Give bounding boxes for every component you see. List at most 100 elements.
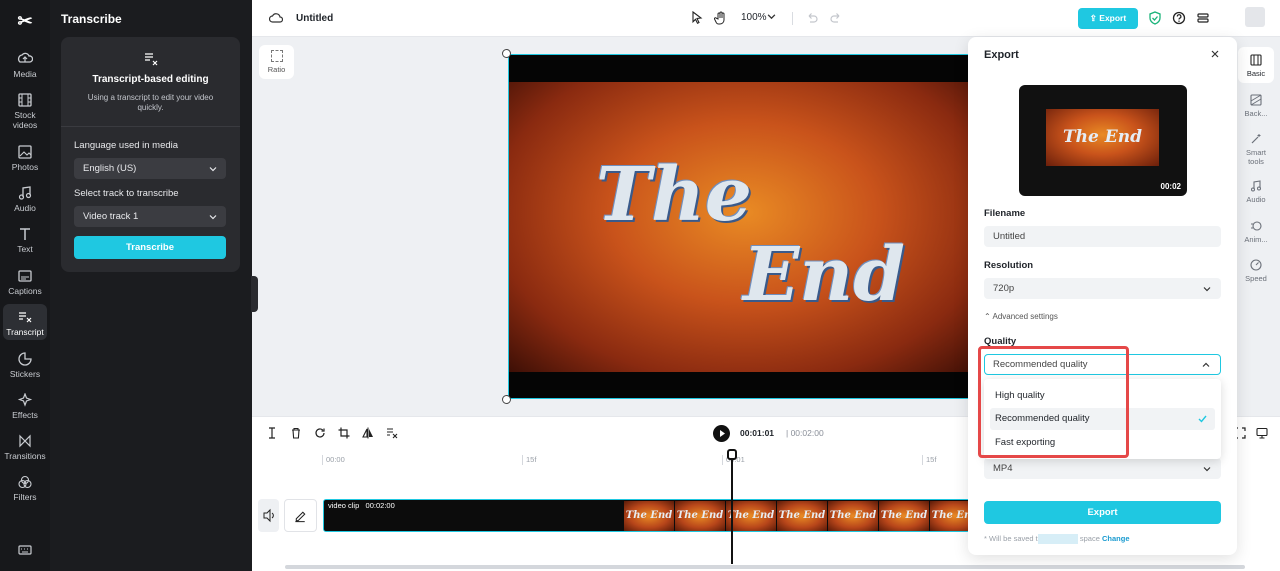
right-tab-smart-tools[interactable]: Smart tools: [1238, 133, 1274, 166]
total-time: | 00:02:00: [786, 428, 824, 438]
trash-icon[interactable]: [290, 427, 302, 439]
rail-item-stickers[interactable]: Stickers: [3, 352, 47, 379]
transcript-edit-icon[interactable]: [386, 427, 398, 439]
format-select[interactable]: MP4: [984, 458, 1221, 479]
undo-icon[interactable]: [805, 11, 819, 25]
panel-collapse-handle[interactable]: [251, 276, 258, 312]
sparkle-icon: [17, 393, 33, 407]
ratio-button[interactable]: Ratio: [259, 45, 294, 79]
rail-item-transitions[interactable]: Transitions: [3, 434, 47, 461]
rail-label: Audio: [14, 203, 36, 213]
music-note-icon: [1251, 180, 1261, 192]
capcut-logo-icon[interactable]: ✂: [14, 10, 36, 32]
right-tab-background[interactable]: Back...: [1238, 94, 1274, 118]
right-tab-animation[interactable]: Anim...: [1238, 220, 1274, 244]
clip-thumbnail: The End: [675, 501, 725, 531]
right-tab-speed[interactable]: Speed: [1238, 259, 1274, 283]
track-edit-button[interactable]: [284, 499, 317, 532]
crop-icon[interactable]: [338, 427, 350, 439]
filename-label: Filename: [984, 208, 1026, 219]
language-select[interactable]: English (US): [74, 158, 226, 179]
rail-item-effects[interactable]: Effects: [3, 393, 47, 420]
right-tab-basic[interactable]: Basic: [1238, 47, 1274, 83]
rail-label: Stickers: [9, 369, 41, 379]
pointer-icon[interactable]: [690, 11, 704, 25]
resize-handle-bottom-left[interactable]: [502, 395, 511, 404]
video-title-line2: End: [743, 232, 905, 318]
ruler-tick: 15f: [922, 455, 936, 465]
cloud-icon[interactable]: [269, 11, 283, 25]
flip-icon[interactable]: [362, 427, 374, 439]
card-description: Using a transcript to edit your video qu…: [87, 93, 214, 112]
rail-item-keyboard[interactable]: [3, 543, 47, 560]
transcript-icon: [19, 312, 32, 323]
rail-label: Filters: [13, 492, 37, 502]
rail-item-stock-videos[interactable]: Stock videos: [3, 93, 47, 130]
track-value: Video track 1: [83, 211, 139, 222]
background-icon: [1250, 94, 1262, 106]
rail-item-captions[interactable]: Captions: [3, 269, 47, 296]
monitor-icon[interactable]: [1256, 427, 1268, 439]
clip-thumbnail: The End: [726, 501, 776, 531]
captions-icon: [18, 270, 32, 282]
rail-label: Text: [17, 244, 33, 254]
shield-check-icon[interactable]: [1148, 11, 1162, 25]
hand-icon[interactable]: [714, 11, 728, 25]
rail-item-photos[interactable]: Photos: [3, 145, 47, 172]
rail-label: Effects: [12, 410, 38, 420]
split-icon[interactable]: [266, 427, 278, 439]
track-select[interactable]: Video track 1: [74, 206, 226, 227]
change-location-link[interactable]: Change: [1102, 534, 1130, 543]
export-top-label: Export: [1099, 13, 1127, 23]
filename-input[interactable]: Untitled: [984, 226, 1221, 247]
right-tab-audio[interactable]: Audio: [1238, 180, 1274, 204]
export-top-button[interactable]: ⇪ Export: [1078, 8, 1138, 29]
help-icon[interactable]: [1172, 11, 1186, 25]
redo-icon[interactable]: [829, 11, 843, 25]
playhead-handle[interactable]: [727, 449, 737, 460]
advanced-settings-toggle[interactable]: ⌃ Advanced settings: [984, 312, 1058, 321]
rail-item-media[interactable]: Media: [3, 52, 47, 79]
speedometer-icon: [1250, 259, 1262, 271]
zoom-level[interactable]: 100%: [741, 12, 767, 23]
play-icon: [720, 430, 725, 437]
timeline-scrollbar[interactable]: [285, 565, 1245, 569]
ratio-icon: [270, 50, 283, 62]
resolution-select[interactable]: 720p: [984, 278, 1221, 299]
project-title[interactable]: Untitled: [296, 13, 333, 24]
rail-item-transcript[interactable]: Transcript: [3, 304, 47, 340]
video-preview[interactable]: The End: [508, 54, 978, 399]
right-tab-label: Speed: [1245, 274, 1267, 283]
speaker-icon: [263, 508, 274, 523]
image-icon: [18, 145, 32, 159]
rotate-icon[interactable]: [314, 427, 326, 439]
avatar[interactable]: [1245, 7, 1265, 27]
language-label: Language used in media: [74, 140, 179, 151]
chevron-down-icon[interactable]: [767, 12, 776, 21]
playhead[interactable]: [731, 450, 733, 564]
rail-item-filters[interactable]: Filters: [3, 475, 47, 502]
magic-wand-icon: [1251, 134, 1261, 144]
transcribe-button[interactable]: Transcribe: [74, 236, 226, 259]
track-label: Select track to transcribe: [74, 188, 179, 199]
resize-handle-top-left[interactable]: [502, 49, 511, 58]
transcript-card: Transcript-based editing Using a transcr…: [61, 37, 240, 272]
close-icon[interactable]: [1210, 49, 1220, 59]
chevron-down-icon: [209, 215, 217, 220]
resolution-value: 720p: [993, 283, 1015, 294]
play-button[interactable]: [713, 425, 730, 442]
export-preview: The End 00:02: [1019, 85, 1187, 196]
track-mute-button[interactable]: [258, 499, 279, 532]
rail-label: Stock videos: [12, 110, 38, 130]
rail-item-audio[interactable]: Audio: [3, 186, 47, 213]
layers-icon[interactable]: [1196, 11, 1210, 25]
top-bar: Untitled 100% ⇪ Export: [252, 0, 1280, 37]
video-clip[interactable]: video clip 00:02:00 The End The End The …: [323, 499, 973, 532]
rail-item-text[interactable]: Text: [3, 227, 47, 254]
export-button[interactable]: Export: [984, 501, 1221, 524]
format-value: MP4: [993, 463, 1013, 474]
chevron-down-icon: [209, 167, 217, 172]
language-value: English (US): [83, 163, 137, 174]
advanced-label: Advanced settings: [992, 312, 1058, 321]
ratio-label: Ratio: [267, 65, 286, 74]
